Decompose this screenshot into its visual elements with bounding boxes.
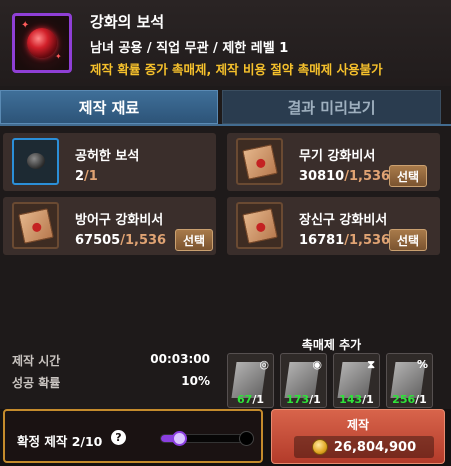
- material-card: 공허한 보석 2/1: [3, 133, 216, 191]
- material-name: 공허한 보석: [75, 149, 140, 164]
- tab-bar: 제작 재료 결과 미리보기: [0, 90, 451, 126]
- craft-cost: 26,804,900: [294, 436, 434, 458]
- tab-materials[interactable]: 제작 재료: [0, 90, 218, 124]
- progress-end-marker: [239, 431, 254, 446]
- catalyst-count: 67/1: [237, 393, 264, 406]
- tab-underline: [0, 124, 451, 126]
- help-icon[interactable]: ?: [111, 430, 126, 445]
- sparkle-icon: ✦: [21, 20, 30, 31]
- progress-knob: [172, 431, 187, 446]
- success-rate-label: 성공 확률: [12, 376, 61, 390]
- material-need: 1,536: [348, 169, 391, 184]
- scroll-icon: [236, 202, 283, 249]
- tab-result-preview[interactable]: 결과 미리보기: [222, 90, 441, 124]
- material-have: 16781: [299, 233, 345, 248]
- item-header: ✦ ✦ 강화의 보석 남녀 공용 / 직업 무관 / 제한 레벨 1 제작 확률…: [0, 0, 451, 86]
- success-rate-value: 10%: [181, 374, 210, 388]
- craft-time-label: 제작 시간: [12, 354, 61, 368]
- catalyst-slot[interactable]: ◉ 173/1: [280, 353, 327, 408]
- gem-icon: [12, 138, 59, 185]
- material-need: 1,536: [348, 233, 391, 248]
- scroll-icon: [236, 138, 283, 185]
- material-have: 67505: [75, 233, 121, 248]
- item-icon-frame: ✦ ✦: [12, 13, 72, 73]
- craft-cost-value: 26,804,900: [333, 439, 417, 455]
- item-info: 남녀 공용 / 직업 무관 / 제한 레벨 1: [90, 41, 289, 56]
- craft-button[interactable]: 제작 26,804,900: [271, 409, 445, 464]
- gold-coin-icon: [311, 439, 328, 455]
- material-count: 30810/1,536: [299, 169, 391, 184]
- item-title: 강화의 보석: [90, 13, 165, 31]
- material-count: 67505/1,536: [75, 233, 167, 248]
- guaranteed-craft-panel: 확정 제작 2/10 ?: [3, 409, 263, 463]
- guaranteed-craft-label: 확정 제작 2/10: [17, 434, 103, 449]
- catalyst-mark-icon: ◉: [312, 358, 322, 371]
- material-need: 1,536: [124, 233, 167, 248]
- select-button[interactable]: 선택: [389, 165, 427, 187]
- craft-button-label: 제작: [346, 418, 370, 432]
- catalyst-slot[interactable]: ◎ 67/1: [227, 353, 274, 408]
- material-count: 16781/1,536: [299, 233, 391, 248]
- select-button[interactable]: 선택: [389, 229, 427, 251]
- crafting-window: ✦ ✦ 강화의 보석 남녀 공용 / 직업 무관 / 제한 레벨 1 제작 확률…: [0, 0, 451, 466]
- material-count: 2/1: [75, 169, 98, 184]
- catalyst-count: 256/1: [392, 393, 427, 406]
- material-need: 1: [88, 169, 98, 184]
- catalyst-count: 143/1: [339, 393, 374, 406]
- catalyst-mark-icon: ◎: [259, 358, 269, 371]
- catalyst-title: 촉매제 추가: [301, 338, 362, 352]
- material-card: 장신구 강화비서 16781/1,536 선택: [227, 197, 440, 255]
- red-gem-icon: [27, 28, 57, 58]
- catalyst-count: 173/1: [286, 393, 321, 406]
- material-have: 2: [75, 169, 85, 184]
- select-button[interactable]: 선택: [175, 229, 213, 251]
- material-name: 장신구 강화비서: [299, 213, 388, 228]
- hourglass-icon: ⧗: [367, 358, 375, 371]
- catalyst-slot[interactable]: ⧗ 143/1: [333, 353, 380, 408]
- guarantee-progress-bar: [160, 431, 254, 446]
- percent-icon: %: [416, 358, 428, 371]
- material-card: 무기 강화비서 30810/1,536 선택: [227, 133, 440, 191]
- scroll-icon: [12, 202, 59, 249]
- item-warning: 제작 확률 증가 촉매제, 제작 비용 절약 촉매제 사용불가: [90, 62, 383, 77]
- catalyst-slot[interactable]: % 256/1: [386, 353, 433, 408]
- material-name: 무기 강화비서: [299, 149, 376, 164]
- material-name: 방어구 강화비서: [75, 213, 164, 228]
- material-have: 30810: [299, 169, 345, 184]
- craft-time-value: 00:03:00: [150, 352, 210, 366]
- material-card: 방어구 강화비서 67505/1,536 선택: [3, 197, 216, 255]
- sparkle-icon: ✦: [55, 52, 62, 61]
